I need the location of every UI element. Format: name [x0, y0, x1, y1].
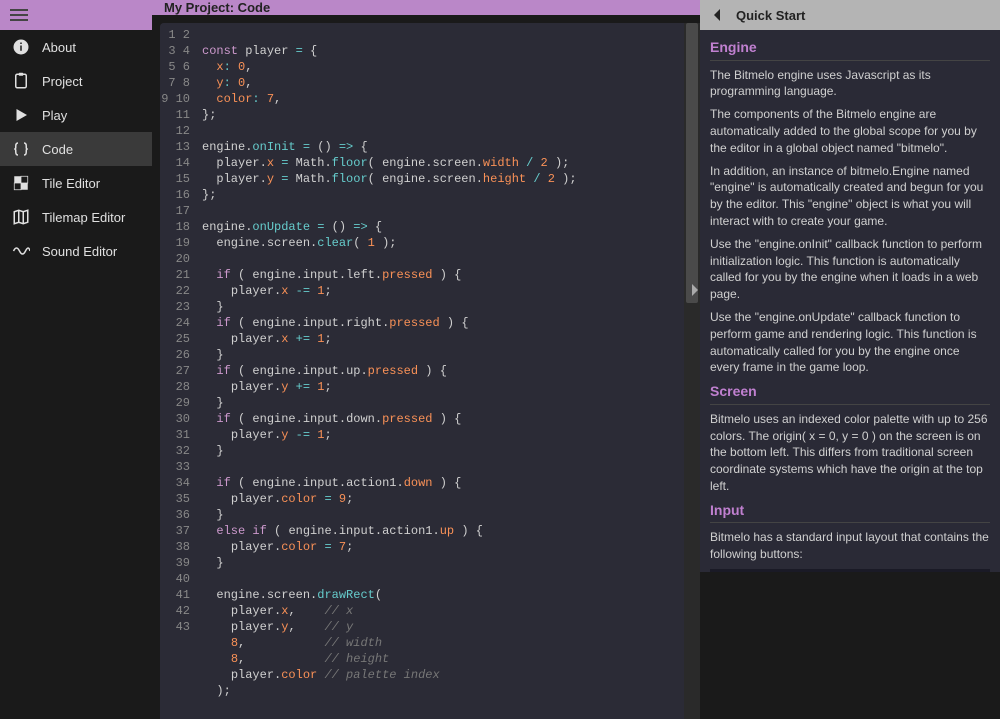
sidebar-item-label: Play [42, 108, 67, 123]
doc-heading: Input [710, 501, 990, 524]
doc-paragraph: The Bitmelo engine uses Javascript as it… [710, 67, 990, 101]
sidebar-item-about[interactable]: About [0, 30, 152, 64]
back-arrow-icon[interactable] [710, 8, 724, 22]
doc-heading: Screen [710, 382, 990, 405]
hamburger-icon [10, 9, 28, 21]
sidebar: About Project Play Code Tile Editor Tilemap E… [0, 0, 152, 572]
sidebar-item-tilemap-editor[interactable]: Tilemap Editor [0, 200, 152, 234]
sidebar-item-label: Sound Editor [42, 244, 117, 259]
sidebar-item-label: Tile Editor [42, 176, 100, 191]
doc-panel: Quick Start Engine The Bitmelo engine use… [700, 0, 1000, 572]
sidebar-item-label: About [42, 40, 76, 55]
code-editor[interactable]: 1 2 3 4 5 6 7 8 9 10 11 12 13 14 15 16 1… [160, 23, 700, 719]
sidebar-item-play[interactable]: Play [0, 98, 152, 132]
checker-icon [12, 174, 30, 192]
sidebar-item-label: Code [42, 142, 73, 157]
scrollbar-thumb[interactable] [686, 23, 698, 303]
doc-paragraph: Bitmelo uses an indexed color palette wi… [710, 411, 990, 495]
sidebar-item-project[interactable]: Project [0, 64, 152, 98]
sidebar-item-tile-editor[interactable]: Tile Editor [0, 166, 152, 200]
doc-paragraph: Use the "engine.onInit" callback functio… [710, 236, 990, 303]
scrollbar-vertical[interactable] [684, 23, 700, 719]
map-icon [12, 208, 30, 226]
doc-heading: Engine [710, 38, 990, 61]
sidebar-item-code[interactable]: Code [0, 132, 152, 166]
doc-title: Quick Start [736, 8, 805, 23]
clipboard-icon [12, 72, 30, 90]
doc-paragraph: In addition, an instance of bitmelo.Engi… [710, 163, 990, 230]
doc-header: Quick Start [700, 0, 1000, 30]
info-icon [12, 38, 30, 56]
collapse-panel-button[interactable] [688, 280, 702, 300]
hamburger-menu[interactable] [0, 0, 152, 30]
doc-paragraph: Bitmelo has a standard input layout that… [710, 529, 990, 563]
wave-icon [12, 242, 30, 260]
play-icon [12, 106, 30, 124]
code-gutter: 1 2 3 4 5 6 7 8 9 10 11 12 13 14 15 16 1… [160, 23, 196, 719]
code-lines[interactable]: const player = { x: 0, y: 0, color: 7, }… [196, 23, 684, 719]
braces-icon [12, 140, 30, 158]
chevron-right-icon [690, 283, 700, 297]
project-title: My Project: Code [164, 0, 270, 15]
sidebar-item-sound-editor[interactable]: Sound Editor [0, 234, 152, 268]
title-bar: My Project: Code [152, 0, 700, 15]
sidebar-item-label: Project [42, 74, 82, 89]
sidebar-item-label: Tilemap Editor [42, 210, 125, 225]
doc-paragraph: The components of the Bitmelo engine are… [710, 106, 990, 156]
doc-body[interactable]: Engine The Bitmelo engine uses Javascript… [700, 30, 1000, 572]
doc-paragraph: Use the "engine.onUpdate" callback funct… [710, 309, 990, 376]
